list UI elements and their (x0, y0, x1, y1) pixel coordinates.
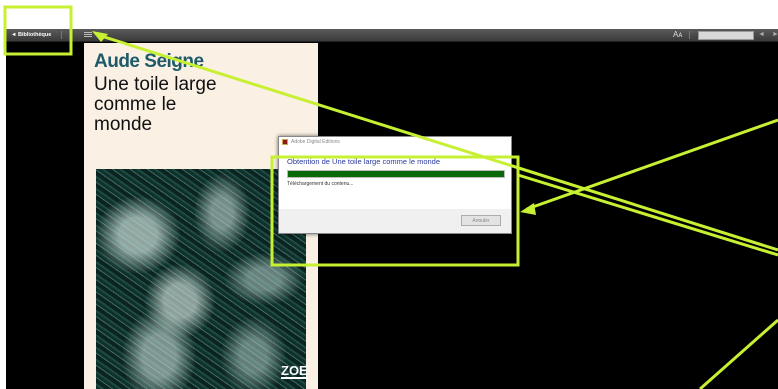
publisher-logo: ZOE (281, 363, 308, 379)
download-progress-bar (287, 170, 505, 178)
hamburger-menu-icon[interactable] (84, 31, 92, 39)
dialog-heading: Obtention de Une toile large comme le mo… (287, 157, 441, 166)
cancel-button[interactable]: Annuler (461, 215, 501, 226)
dialog-titlebar: Adobe Digital Editions (279, 137, 511, 147)
previous-page-icon[interactable]: ◄ (758, 29, 765, 41)
library-button[interactable]: ◄ Bibliothèque (9, 30, 53, 40)
cover-title: Une toile large comme le monde (94, 74, 217, 135)
dialog-body: Obtention de Une toile large comme le mo… (279, 147, 511, 209)
download-dialog: Adobe Digital Editions Obtention de Une … (278, 136, 512, 234)
next-page-icon[interactable]: ► (772, 29, 778, 41)
dialog-title: Adobe Digital Editions (291, 139, 340, 145)
toolbar-divider (61, 31, 62, 39)
search-input[interactable] (698, 31, 754, 40)
font-size-icon[interactable]: Aᴀ (673, 29, 682, 41)
progress-fill (288, 171, 504, 177)
cover-sea-image: ZOE (96, 169, 308, 389)
download-status: Téléchargement du contenu... (287, 181, 354, 187)
adobe-digital-editions-icon (282, 139, 288, 145)
cover-author: Aude Seigne (94, 51, 204, 72)
reader-toolbar: ◄ Bibliothèque Aᴀ ◄ ► (6, 29, 778, 42)
toolbar-divider-2 (689, 31, 690, 39)
